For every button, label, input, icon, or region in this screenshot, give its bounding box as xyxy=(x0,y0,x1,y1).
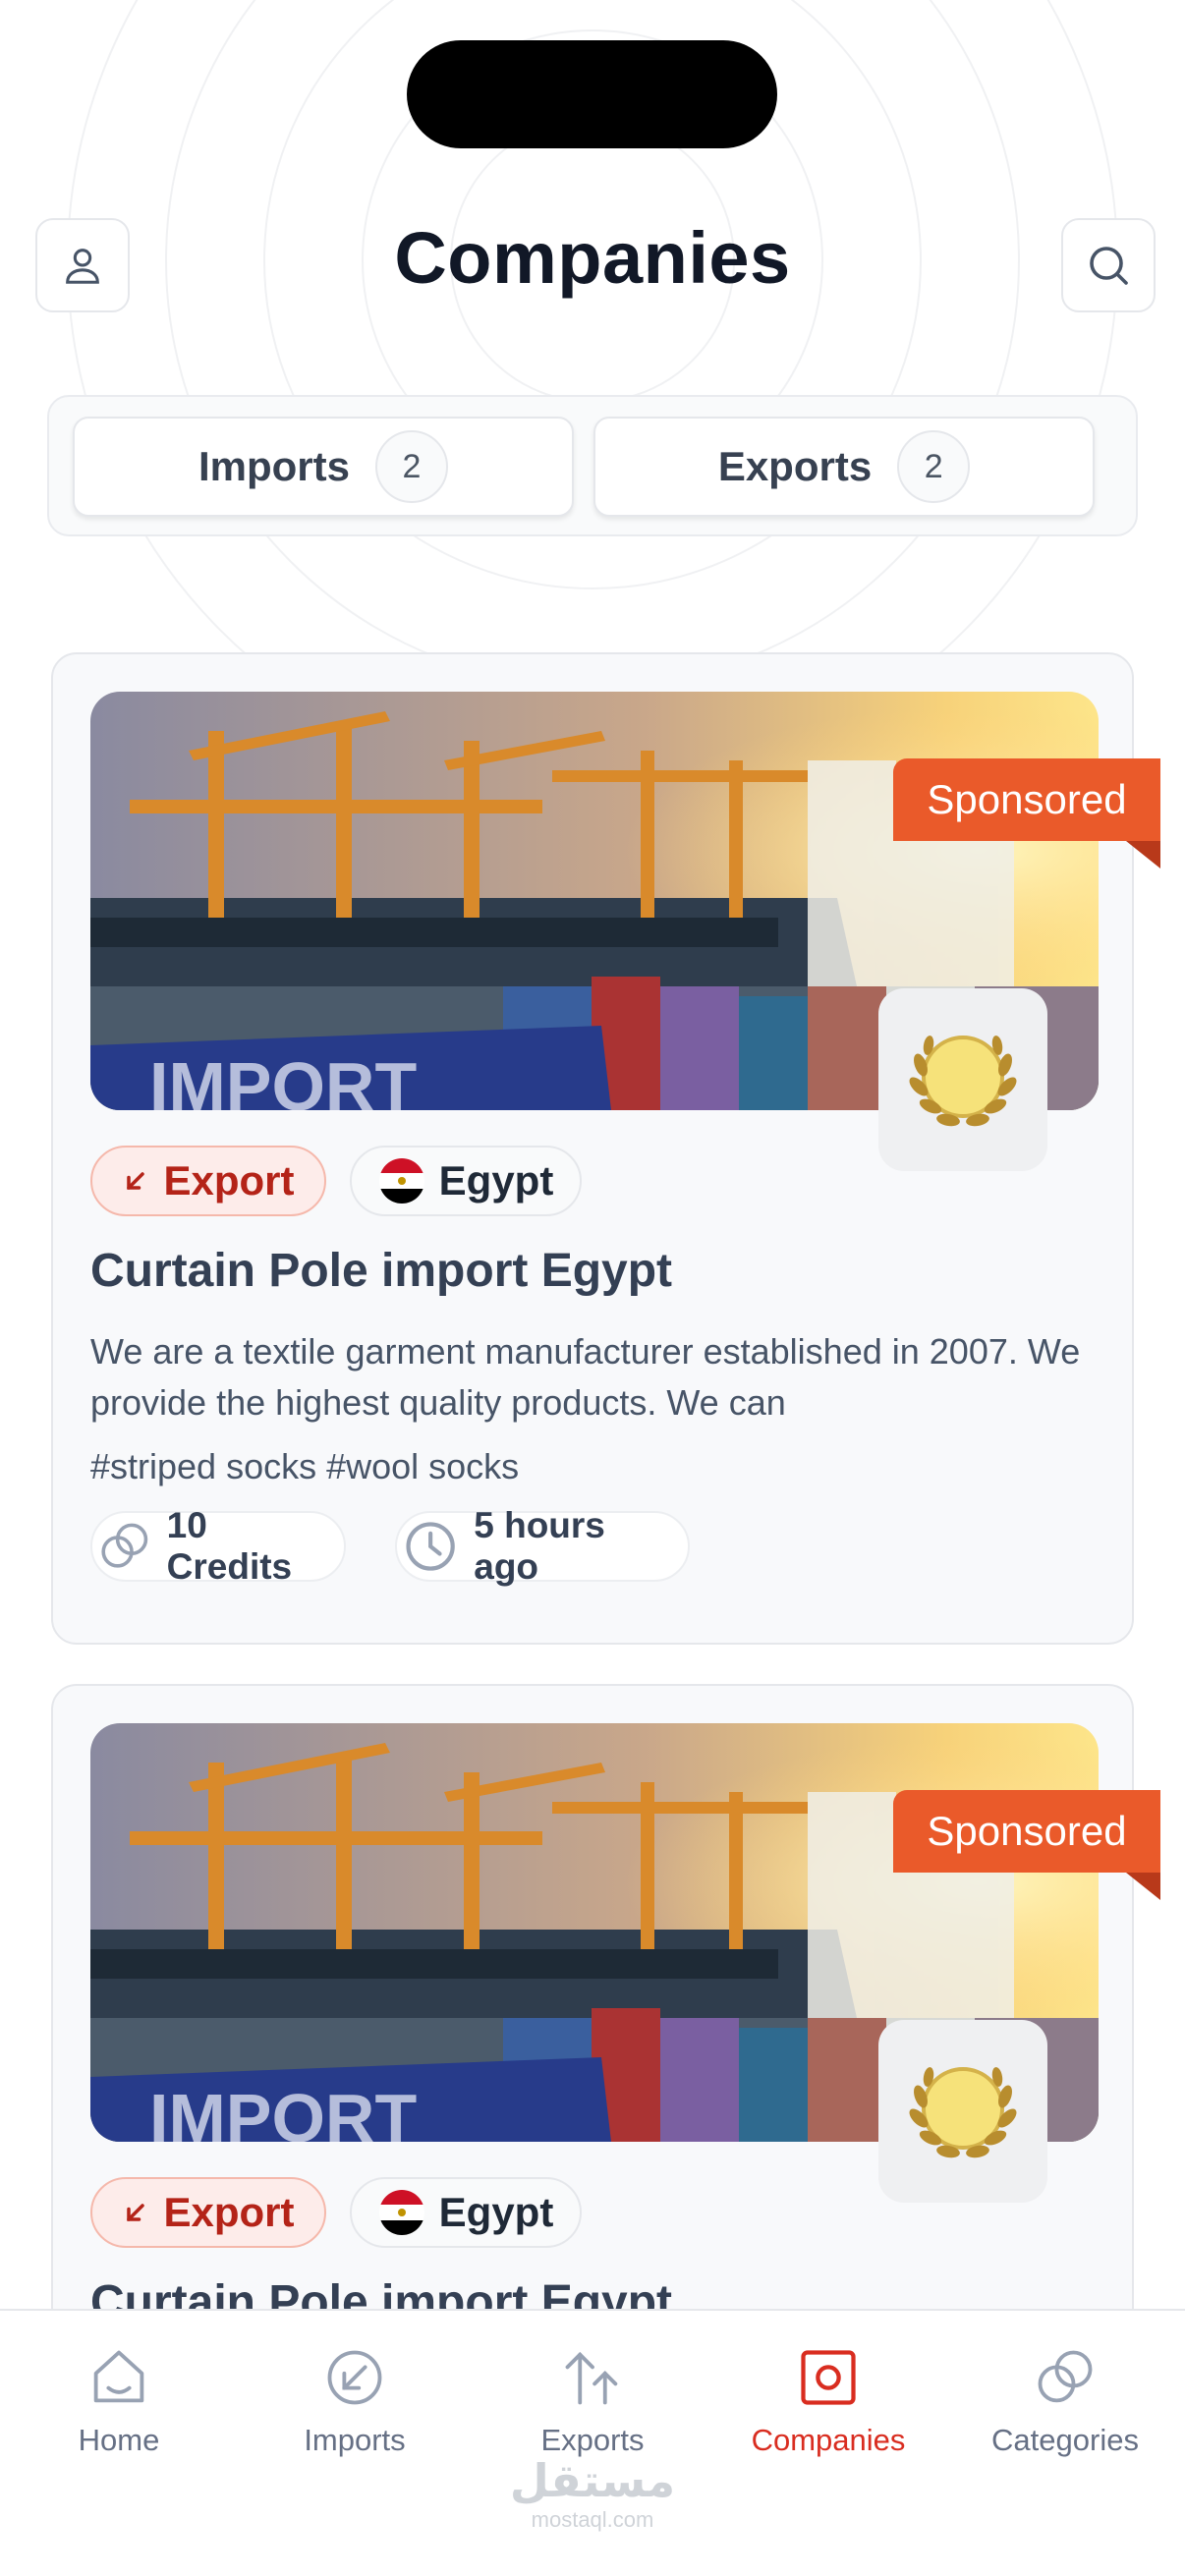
time-label: 5 hours ago xyxy=(474,1505,605,1587)
export-tag-label: Export xyxy=(163,2189,295,2235)
nav-label: Imports xyxy=(304,2423,406,2457)
categories-icon xyxy=(1038,2350,1093,2403)
bottom-navigation: Home Imports Exports Companies Categorie… xyxy=(0,2309,1185,2576)
credits-icon xyxy=(101,1523,148,1568)
sponsored-ribbon-fold xyxy=(1126,1873,1160,1900)
nav-label: Exports xyxy=(540,2423,645,2457)
companies-icon xyxy=(801,2350,856,2405)
watermark-arabic: مستقل xyxy=(509,2454,676,2507)
time-chip: 5 hours ago xyxy=(395,1505,690,1587)
sponsored-badge: Sponsored xyxy=(893,758,1160,841)
tab-imports[interactable]: Imports 2 xyxy=(73,417,574,517)
company-description: We are a textile garment manufacturer es… xyxy=(90,1331,1081,1423)
search-button[interactable] xyxy=(1061,218,1156,312)
watermark-latin: mostaql.com xyxy=(531,2507,654,2532)
credits-label: 10 Credits xyxy=(166,1505,293,1587)
nav-label: Companies xyxy=(751,2423,906,2457)
nav-label: Home xyxy=(78,2423,160,2457)
credits-chip: 10 Credits xyxy=(90,1505,346,1587)
country-label: Egypt xyxy=(438,2189,554,2235)
tab-label: Imports xyxy=(198,443,350,489)
laurel-medal-icon xyxy=(909,2067,1017,2158)
clock-icon xyxy=(406,1522,455,1571)
sponsored-ribbon-fold xyxy=(1126,841,1160,868)
export-tag-label: Export xyxy=(163,1157,295,1204)
export-tag: Export xyxy=(90,2177,326,2248)
company-tags: #striped socks #wool socks xyxy=(90,1446,520,1486)
page-title: Companies xyxy=(394,217,791,299)
home-icon xyxy=(93,2350,144,2403)
egypt-flag-icon xyxy=(378,2190,424,2235)
country-label: Egypt xyxy=(438,1157,554,1204)
import-arrow-icon xyxy=(327,2350,382,2405)
export-arrow-icon xyxy=(565,2351,618,2405)
export-tag: Export xyxy=(90,1146,326,1216)
country-tag: Egypt xyxy=(350,2177,582,2248)
svg-text:IMPORT: IMPORT xyxy=(149,1048,417,1110)
laurel-medal-icon xyxy=(909,1036,1017,1127)
tab-count-badge: 2 xyxy=(897,430,971,503)
search-icon xyxy=(1090,247,1128,285)
egypt-flag-icon xyxy=(378,1158,424,1204)
country-tag: Egypt xyxy=(350,1146,582,1216)
nav-companies[interactable]: Companies xyxy=(720,2344,936,2472)
tab-label: Exports xyxy=(717,443,873,489)
tab-exports[interactable]: Exports 2 xyxy=(593,417,1095,517)
arrow-down-left-icon xyxy=(127,2204,145,2221)
arrow-down-left-icon xyxy=(127,1172,145,1190)
nav-categories[interactable]: Categories xyxy=(957,2344,1173,2472)
company-card[interactable]: IMPORT Sponsored Export Egypt Curtain Po… xyxy=(51,652,1160,1645)
nav-home[interactable]: Home xyxy=(11,2344,227,2472)
company-title: Curtain Pole import Egypt xyxy=(90,1245,673,1297)
company-logo xyxy=(878,2020,1047,2203)
svg-text:IMPORT: IMPORT xyxy=(149,2080,417,2142)
segmented-tabs: Imports 2 Exports 2 xyxy=(47,395,1138,536)
sponsored-badge: Sponsored xyxy=(893,1790,1160,1873)
nav-label: Categories xyxy=(991,2423,1139,2457)
company-logo xyxy=(878,988,1047,1171)
camera-notch xyxy=(407,40,777,148)
tab-count-badge: 2 xyxy=(375,430,448,503)
nav-imports[interactable]: Imports xyxy=(247,2344,463,2472)
nav-exports[interactable]: Exports xyxy=(484,2344,701,2472)
watermark: مستقل mostaql.com xyxy=(0,2454,1185,2533)
